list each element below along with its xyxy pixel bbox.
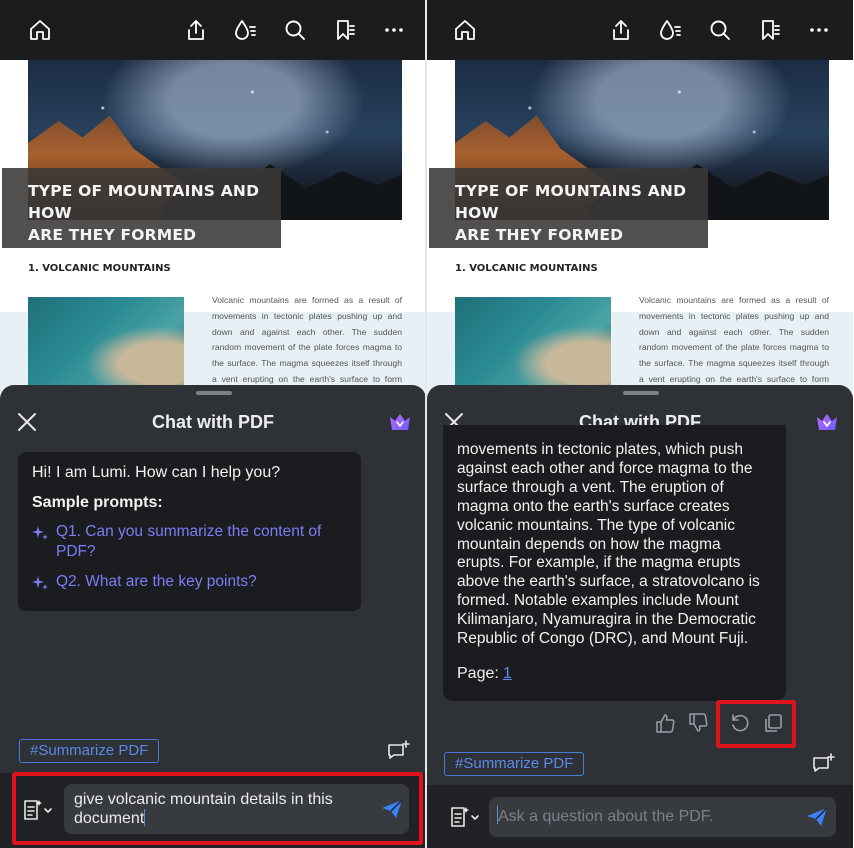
share-icon[interactable] bbox=[607, 16, 635, 44]
assistant-greeting-bubble: Hi! I am Lumi. How can I help you? Sampl… bbox=[18, 452, 361, 611]
bookmark-list-icon[interactable] bbox=[331, 16, 359, 44]
search-icon[interactable] bbox=[706, 16, 734, 44]
drag-handle[interactable] bbox=[623, 391, 659, 395]
question-input-placeholder: Ask a question about the PDF. bbox=[498, 808, 714, 825]
top-toolbar bbox=[0, 0, 426, 60]
action-highlight-box bbox=[716, 700, 796, 748]
question-input[interactable]: Ask a question about the PDF. bbox=[489, 797, 836, 837]
crown-premium-icon[interactable] bbox=[815, 411, 839, 433]
thumbs-down-icon[interactable] bbox=[687, 712, 709, 734]
share-icon[interactable] bbox=[182, 16, 210, 44]
more-icon[interactable] bbox=[805, 16, 833, 44]
ink-icon[interactable] bbox=[656, 16, 684, 44]
new-chat-icon[interactable] bbox=[386, 739, 412, 761]
pdf-page[interactable]: TYPE OF MOUNTAINS AND HOW ARE THEY FORME… bbox=[427, 60, 853, 400]
pdf-page[interactable]: TYPE OF MOUNTAINS AND HOW ARE THEY FORME… bbox=[0, 60, 426, 400]
page-reference: Page: 1 bbox=[457, 665, 772, 683]
sample-prompt-1[interactable]: Q1. Can you summarize the content of PDF… bbox=[32, 522, 347, 562]
sample-prompt-label: Q1. Can you summarize the content of PDF… bbox=[56, 523, 322, 560]
drag-handle[interactable] bbox=[196, 391, 232, 395]
greeting-text: Hi! I am Lumi. How can I help you? bbox=[32, 464, 281, 481]
ai-tools-menu-icon[interactable] bbox=[449, 804, 483, 830]
ink-icon[interactable] bbox=[231, 16, 259, 44]
summarize-pdf-chip[interactable]: #Summarize PDF bbox=[444, 752, 585, 776]
home-icon[interactable] bbox=[451, 16, 479, 44]
section-heading: 1. VOLCANIC MOUNTAINS bbox=[455, 263, 598, 274]
page-link[interactable]: 1 bbox=[503, 665, 512, 682]
right-screen: TYPE OF MOUNTAINS AND HOW ARE THEY FORME… bbox=[427, 0, 853, 848]
sample-prompt-2[interactable]: Q2. What are the key points? bbox=[32, 572, 347, 592]
thumbs-up-icon[interactable] bbox=[654, 712, 676, 734]
input-bar: Ask a question about the PDF. bbox=[427, 785, 853, 848]
home-icon[interactable] bbox=[26, 16, 54, 44]
more-icon[interactable] bbox=[380, 16, 408, 44]
page-label: Page: bbox=[457, 664, 499, 682]
input-highlight-box bbox=[12, 772, 423, 845]
bookmark-list-icon[interactable] bbox=[756, 16, 784, 44]
search-icon[interactable] bbox=[281, 16, 309, 44]
top-toolbar bbox=[427, 0, 853, 60]
sample-prompt-label: Q2. What are the key points? bbox=[56, 573, 257, 590]
sparkle-icon bbox=[32, 526, 48, 540]
new-chat-icon[interactable] bbox=[811, 752, 837, 774]
left-screen: TYPE OF MOUNTAINS AND HOW ARE THEY FORME… bbox=[0, 0, 426, 848]
coast-image bbox=[28, 297, 184, 392]
document-title: TYPE OF MOUNTAINS AND HOW ARE THEY FORME… bbox=[429, 168, 708, 248]
send-icon[interactable] bbox=[805, 805, 829, 829]
answer-text: movements in tectonic plates, which push… bbox=[457, 441, 760, 648]
chat-sheet: Chat with PDF movements in tectonic plat… bbox=[427, 385, 853, 848]
summarize-pdf-chip[interactable]: #Summarize PDF bbox=[19, 739, 160, 763]
chat-title: Chat with PDF bbox=[152, 412, 274, 432]
sample-prompts-heading: Sample prompts: bbox=[32, 494, 163, 511]
document-title: TYPE OF MOUNTAINS AND HOW ARE THEY FORME… bbox=[2, 168, 281, 248]
section-heading: 1. VOLCANIC MOUNTAINS bbox=[28, 263, 171, 274]
coast-image bbox=[455, 297, 611, 392]
crown-premium-icon[interactable] bbox=[388, 411, 412, 433]
assistant-answer-bubble: movements in tectonic plates, which push… bbox=[443, 425, 786, 701]
sparkle-icon bbox=[32, 576, 48, 590]
